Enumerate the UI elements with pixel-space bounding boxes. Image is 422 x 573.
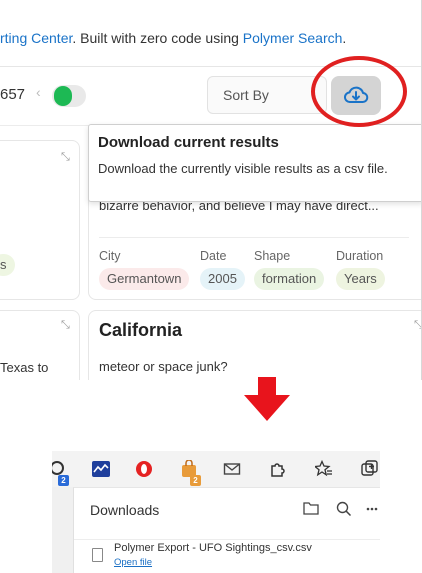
card-title: California — [99, 320, 183, 340]
favorites-icon[interactable] — [315, 460, 333, 478]
sort-by-label: Sort By — [223, 87, 269, 103]
expand-icon[interactable]: ⤡ — [61, 319, 70, 332]
field-label-shape: Shape — [254, 249, 291, 263]
reporting-center-link[interactable]: rting Center — [0, 30, 72, 46]
shape-chip: formation — [254, 268, 325, 290]
result-count: 657 — [0, 86, 26, 103]
mail-icon[interactable] — [223, 460, 241, 478]
sort-by-dropdown[interactable]: Sort By — [207, 76, 327, 114]
puzzle-icon[interactable] — [269, 460, 287, 478]
card-description: Texas to — [0, 360, 49, 375]
file-icon — [92, 548, 103, 562]
opera-icon[interactable] — [135, 460, 153, 478]
app-window: rting Center. Built with zero code using… — [0, 0, 422, 380]
card-description: meteor or space junk? — [99, 359, 228, 374]
folder-icon[interactable] — [303, 501, 319, 515]
downloads-title: Downloads — [90, 502, 160, 518]
search-icon[interactable] — [336, 501, 352, 517]
extensions-toolbar: 2 2 — [52, 451, 380, 487]
expand-icon[interactable]: ⤡ — [61, 151, 70, 164]
field-label-date: Date — [200, 249, 227, 263]
footer-text: . Built with zero code using — [72, 30, 243, 46]
browser-window: 2 2 Downloads Polymer Export - UFO Sight… — [52, 451, 380, 573]
toggle-knob — [54, 86, 72, 106]
more-options-icon[interactable] — [366, 507, 378, 511]
date-chip: 2005 — [200, 268, 245, 290]
card-divider — [99, 237, 409, 238]
field-label-city: City — [99, 249, 121, 263]
footer-period: . — [342, 30, 347, 46]
view-toggle[interactable] — [52, 85, 86, 107]
download-button[interactable] — [331, 76, 381, 115]
footer-credits: rting Center. Built with zero code using… — [0, 30, 346, 46]
field-label-duration: Duration — [336, 249, 384, 263]
result-card[interactable] — [0, 140, 80, 300]
panel-divider — [74, 539, 380, 540]
downloads-panel: Downloads Polymer Export - UFO Sightings… — [73, 487, 380, 573]
chart-icon[interactable] — [92, 460, 110, 478]
page-edge — [52, 487, 73, 573]
city-chip: Germantown — [99, 268, 190, 290]
extension-badge: 2 — [190, 475, 201, 486]
download-file-name[interactable]: Polymer Export - UFO Sightings_csv.csv — [114, 542, 312, 554]
extension-badge: 2 — [58, 475, 69, 486]
open-file-link[interactable]: Open file — [114, 557, 152, 568]
download-tooltip: Download current results Download the cu… — [88, 124, 422, 202]
polymer-search-link[interactable]: Polymer Search — [243, 30, 343, 46]
chevron-left-icon[interactable]: ‹ — [36, 84, 41, 100]
tooltip-title: Download current results — [98, 134, 279, 151]
cloud-download-icon — [344, 86, 369, 103]
duration-chip: Years — [336, 268, 385, 290]
arrow-down-icon — [244, 377, 290, 421]
toolbar-divider — [0, 66, 421, 67]
tooltip-body: Download the currently visible results a… — [98, 161, 388, 176]
collections-icon[interactable] — [361, 460, 379, 478]
